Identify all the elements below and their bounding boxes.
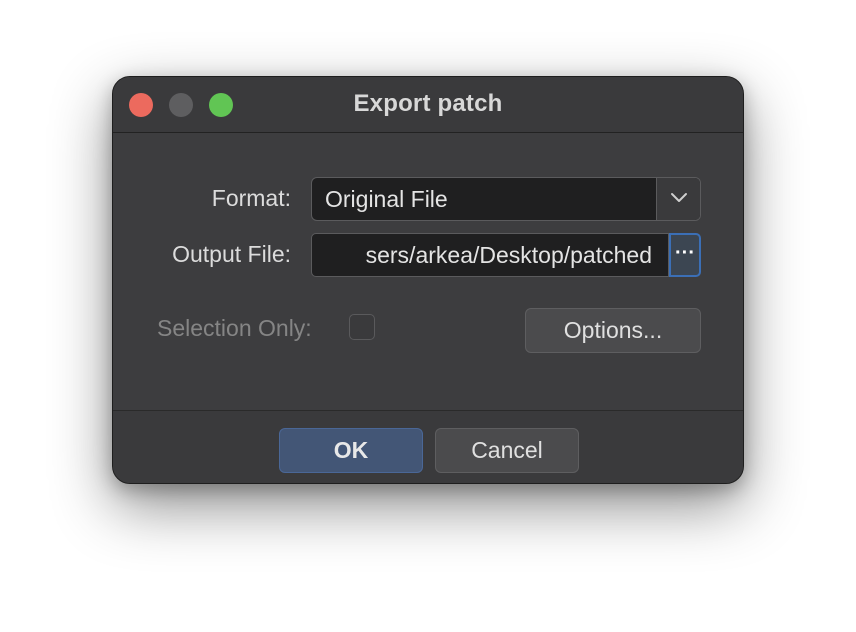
browse-button[interactable]: ··· bbox=[669, 233, 701, 277]
options-button[interactable]: Options... bbox=[525, 308, 701, 353]
output-file-input[interactable]: sers/arkea/Desktop/patched bbox=[311, 233, 669, 277]
chevron-down-icon bbox=[671, 193, 687, 202]
output-file-value: sers/arkea/Desktop/patched bbox=[365, 242, 652, 268]
window-title: Export patch bbox=[353, 90, 503, 117]
dialog-footer bbox=[113, 410, 743, 483]
format-select-value: Original File bbox=[325, 186, 448, 212]
format-dropdown-toggle[interactable] bbox=[656, 178, 700, 220]
selection-only-checkbox[interactable] bbox=[349, 314, 375, 340]
cancel-button[interactable]: Cancel bbox=[435, 428, 579, 473]
output-file-label: Output File: bbox=[172, 241, 291, 267]
export-patch-dialog: Export patch Format: Original File Outpu… bbox=[112, 76, 744, 484]
format-label: Format: bbox=[211, 185, 291, 211]
ok-button[interactable]: OK bbox=[279, 428, 423, 473]
selection-only-label: Selection Only: bbox=[157, 315, 312, 341]
format-select[interactable]: Original File bbox=[311, 177, 701, 221]
title-bar[interactable]: Export patch bbox=[113, 77, 743, 133]
